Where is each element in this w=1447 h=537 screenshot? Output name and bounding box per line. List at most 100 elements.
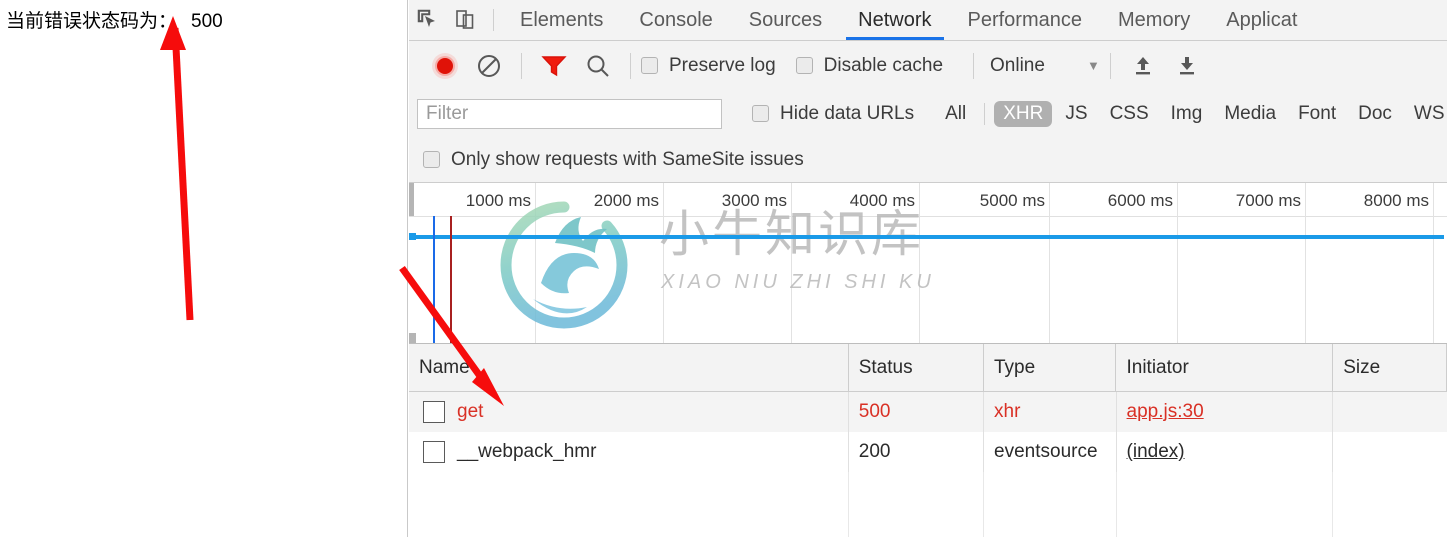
chevron-down-icon[interactable]: ▼	[1087, 58, 1100, 73]
overview-left-handle[interactable]	[409, 183, 414, 216]
device-toolbar-icon[interactable]	[447, 1, 485, 39]
table-row[interactable]: get 500 xhr app.js:30	[409, 392, 1447, 432]
disable-cache-checkbox-group[interactable]: Disable cache	[795, 54, 959, 77]
preserve-log-checkbox[interactable]	[641, 57, 658, 74]
samesite-checkbox-group[interactable]: Only show requests with SameSite issues	[423, 149, 820, 171]
toolbar-divider-3	[973, 52, 975, 79]
column-header-size[interactable]: Size	[1333, 344, 1447, 391]
request-status: 500	[849, 392, 985, 432]
column-header-initiator[interactable]: Initiator	[1116, 344, 1334, 391]
request-name-cell[interactable]: __webpack_hmr	[409, 432, 849, 472]
devtools-tabbar: Elements Console Sources Network Perform…	[409, 0, 1447, 41]
table-empty-row	[409, 472, 1447, 512]
column-header-type[interactable]: Type	[984, 344, 1117, 391]
toolbar-divider-2	[630, 52, 631, 79]
svg-text:XIAO NIU ZHI SHI KU: XIAO NIU ZHI SHI KU	[660, 271, 935, 293]
network-filterbar: Hide data URLs All XHR JS CSS Img Media …	[409, 90, 1447, 137]
filter-type-xhr[interactable]: XHR	[994, 100, 1053, 127]
request-initiator-link[interactable]: (index)	[1127, 441, 1185, 463]
toolbar-divider-4	[1109, 52, 1111, 79]
tab-memory[interactable]: Memory	[1100, 0, 1208, 40]
preserve-log-label: Preserve log	[669, 54, 776, 76]
error-status-message: 当前错误状态码为： 500	[6, 6, 223, 33]
timeline-ruler: 1000 ms 2000 ms 3000 ms 4000 ms 5000 ms …	[409, 183, 1447, 343]
samesite-checkbox[interactable]	[423, 151, 440, 168]
load-event-line	[450, 216, 452, 343]
error-status-code: 500	[191, 11, 223, 32]
dom-content-loaded-line	[433, 216, 435, 343]
request-size	[1333, 432, 1447, 472]
table-row[interactable]: __webpack_hmr 200 eventsource (index)	[409, 432, 1447, 472]
error-status-label: 当前错误状态码为：	[6, 11, 178, 32]
filter-type-all[interactable]: All	[936, 101, 975, 127]
tick-label-4000: 4000 ms	[849, 191, 915, 210]
inspect-element-icon[interactable]	[409, 1, 447, 39]
search-icon[interactable]	[576, 44, 620, 88]
table-body: get 500 xhr app.js:30 __webpack_hmr 200	[409, 392, 1447, 537]
tab-network[interactable]: Network	[840, 0, 949, 40]
disable-cache-label: Disable cache	[823, 54, 944, 76]
request-size	[1333, 392, 1447, 432]
filter-type-doc[interactable]: Doc	[1349, 101, 1401, 127]
tick-label-2000: 2000 ms	[593, 191, 659, 210]
network-overview-timeline[interactable]: 1000 ms 2000 ms 3000 ms 4000 ms 5000 ms …	[409, 183, 1447, 344]
overview-bottom-handle[interactable]	[409, 333, 416, 343]
samesite-filter-row: Only show requests with SameSite issues	[409, 137, 1447, 183]
export-har-icon[interactable]	[1165, 44, 1209, 88]
row-checkbox[interactable]	[423, 401, 445, 423]
row-checkbox[interactable]	[423, 441, 445, 463]
disable-cache-checkbox[interactable]	[795, 57, 813, 74]
screenshot-root: 当前错误状态码为： 500 Elements Console Sources N…	[0, 0, 1447, 537]
table-header: Name Status Type Initiator Size	[409, 344, 1447, 392]
tick-label-7000: 7000 ms	[1235, 191, 1301, 210]
tabbar-divider	[493, 9, 494, 31]
column-header-status[interactable]: Status	[849, 344, 984, 391]
tick-label-8000: 8000 ms	[1363, 191, 1429, 210]
filter-type-font[interactable]: Font	[1289, 101, 1345, 127]
request-initiator-cell[interactable]: (index)	[1117, 432, 1334, 472]
tick-label-5000: 5000 ms	[979, 191, 1045, 210]
tab-elements[interactable]: Elements	[502, 0, 621, 40]
browser-page-pane: 当前错误状态码为： 500	[0, 0, 408, 537]
import-har-icon[interactable]	[1121, 44, 1165, 88]
request-type: eventsource	[984, 432, 1117, 472]
hide-data-urls-label: Hide data URLs	[780, 102, 915, 124]
filter-type-img[interactable]: Img	[1162, 101, 1212, 127]
filter-type-css[interactable]: CSS	[1101, 101, 1158, 127]
tab-application[interactable]: Applicat	[1208, 0, 1315, 40]
devtools-panel: Elements Console Sources Network Perform…	[409, 0, 1447, 537]
request-initiator-cell[interactable]: app.js:30	[1117, 392, 1334, 432]
request-name: __webpack_hmr	[457, 441, 597, 462]
filter-type-js[interactable]: JS	[1056, 101, 1096, 127]
network-request-table: Name Status Type Initiator Size get 500 …	[409, 344, 1447, 537]
table-empty-row	[409, 512, 1447, 537]
filter-type-ws[interactable]: WS	[1405, 101, 1447, 127]
column-header-name[interactable]: Name	[409, 344, 849, 391]
toolbar-divider-1	[521, 52, 522, 79]
request-name: get	[457, 401, 484, 422]
network-toolbar: Preserve log Disable cache Online ▼	[409, 41, 1447, 90]
filter-type-media[interactable]: Media	[1215, 101, 1285, 127]
filter-funnel-icon[interactable]	[532, 44, 576, 88]
tab-performance[interactable]: Performance	[950, 0, 1101, 40]
throttling-dropdown[interactable]: Online ▼	[984, 55, 1100, 77]
request-initiator-link[interactable]: app.js:30	[1127, 401, 1204, 423]
preserve-log-checkbox-group[interactable]: Preserve log	[641, 55, 792, 77]
tab-sources[interactable]: Sources	[731, 0, 840, 40]
filter-input[interactable]	[417, 98, 722, 129]
throttling-value: Online	[990, 54, 1045, 76]
request-name-cell[interactable]: get	[409, 392, 849, 432]
tick-label-3000: 3000 ms	[721, 191, 787, 210]
request-status: 200	[849, 432, 985, 472]
tab-console[interactable]: Console	[621, 0, 730, 40]
hide-data-urls-checkbox[interactable]	[752, 105, 769, 122]
samesite-label: Only show requests with SameSite issues	[451, 148, 804, 170]
tick-label-6000: 6000 ms	[1107, 191, 1173, 210]
record-icon[interactable]	[423, 44, 467, 88]
hide-data-urls-checkbox-group[interactable]: Hide data URLs	[752, 103, 930, 125]
overview-request-bar	[412, 235, 1444, 239]
request-type: xhr	[984, 392, 1117, 432]
filterbar-divider	[984, 102, 986, 125]
tick-label-1000: 1000 ms	[465, 191, 531, 210]
clear-icon[interactable]	[467, 44, 511, 88]
